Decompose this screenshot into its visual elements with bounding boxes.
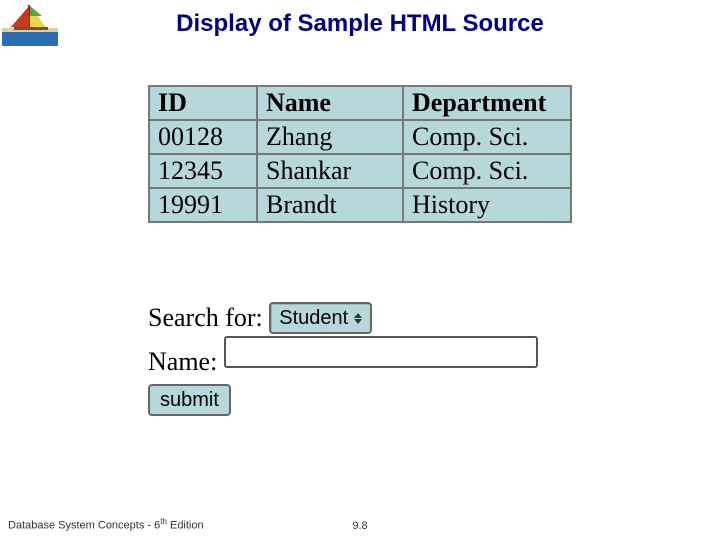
slide-title: Display of Sample HTML Source — [0, 10, 720, 38]
search-type-select[interactable]: Student — [269, 302, 372, 334]
name-label: Name: — [148, 347, 217, 376]
cell-dept: Comp. Sci. — [403, 120, 571, 154]
name-input[interactable] — [224, 336, 538, 368]
sample-table: ID Name Department 00128 Zhang Comp. Sci… — [148, 85, 572, 223]
table-row: 19991 Brandt History — [149, 188, 571, 222]
cell-name: Brandt — [257, 188, 403, 222]
col-header-id: ID — [149, 86, 257, 120]
cell-dept: History — [403, 188, 571, 222]
cell-dept: Comp. Sci. — [403, 154, 571, 188]
col-header-dept: Department — [403, 86, 571, 120]
table-row: 00128 Zhang Comp. Sci. — [149, 120, 571, 154]
cell-id: 12345 — [149, 154, 257, 188]
search-form: Search for: Student Name: submit — [148, 300, 538, 416]
cell-name: Zhang — [257, 120, 403, 154]
submit-button[interactable]: submit — [148, 384, 231, 416]
search-label: Search for: — [148, 303, 263, 332]
cell-id: 19991 — [149, 188, 257, 222]
cell-name: Shankar — [257, 154, 403, 188]
slide-number: 9.8 — [0, 520, 720, 532]
table-row: 12345 Shankar Comp. Sci. — [149, 154, 571, 188]
search-type-value: Student — [279, 307, 348, 329]
table-header-row: ID Name Department — [149, 86, 571, 120]
cell-id: 00128 — [149, 120, 257, 154]
col-header-name: Name — [257, 86, 403, 120]
select-arrows-icon — [354, 304, 366, 332]
